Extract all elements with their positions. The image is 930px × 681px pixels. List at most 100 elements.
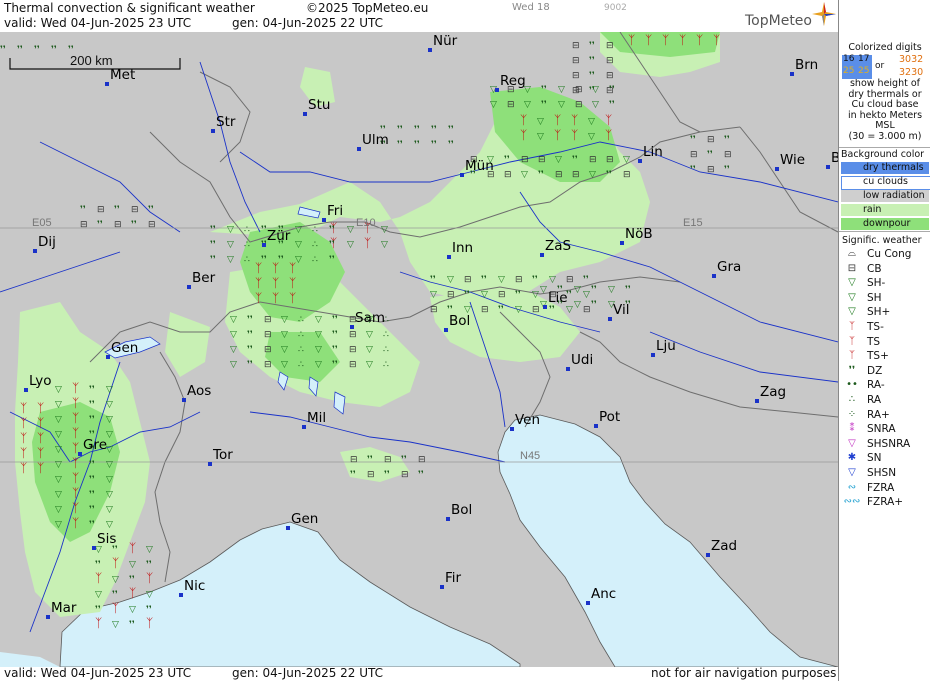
shower-symbol: ▽ bbox=[230, 315, 237, 325]
city-label: Mün bbox=[465, 158, 494, 174]
drizzle-symbol: ❜❜ bbox=[515, 290, 521, 300]
thunderstorm-symbol: ᛉ bbox=[554, 128, 561, 142]
rain-symbol: ∴ bbox=[298, 315, 304, 325]
shower-symbol: ▽ bbox=[315, 315, 322, 325]
drizzle-symbol: ❜❜ bbox=[448, 140, 454, 150]
city-label: Lju bbox=[656, 338, 676, 354]
shower-symbol: ▽ bbox=[55, 490, 62, 500]
city-marker bbox=[33, 249, 37, 253]
city-marker bbox=[444, 328, 448, 332]
drizzle-symbol: ❜❜ bbox=[210, 240, 216, 250]
wx-legend-row: ▽ SH+ bbox=[841, 306, 929, 320]
wx-legend-row: ᛉ TS+ bbox=[841, 350, 929, 364]
snow-icon: ✱ bbox=[847, 452, 857, 464]
shower-symbol: ▽ bbox=[558, 85, 565, 95]
city-label: Tor bbox=[213, 447, 233, 463]
wx-legend-label: RA- bbox=[867, 379, 885, 392]
cb-symbol: ⊟ bbox=[606, 155, 614, 165]
city-marker bbox=[566, 367, 570, 371]
wx-legend-row: ▽ SHSNRA bbox=[841, 438, 929, 452]
drizzle-symbol: ❜❜ bbox=[609, 85, 615, 95]
digits-legend: Colorized digits 16 17 25 25 or 3032 323… bbox=[839, 42, 930, 146]
bg-legend-row: dry thermals bbox=[841, 162, 929, 174]
cb-symbol: ⊟ bbox=[707, 135, 715, 145]
city-marker bbox=[440, 585, 444, 589]
shower-symbol: ▽ bbox=[106, 430, 113, 440]
brand-name: TopMeteo bbox=[745, 13, 812, 29]
map-footer: valid: Wed 04-Jun-2025 23 UTC gen: 04-Ju… bbox=[0, 666, 838, 681]
shower-symbol: ▽ bbox=[608, 285, 615, 295]
drizzle-symbol: ❜❜ bbox=[397, 125, 403, 135]
freezing-rain-heavy-icon: ∾∾ bbox=[843, 496, 861, 508]
city-marker bbox=[446, 517, 450, 521]
cu-cong-icon: ⌓ bbox=[848, 248, 856, 259]
wx-legend-label: SH bbox=[867, 291, 882, 304]
shower-symbol: ▽ bbox=[146, 545, 153, 555]
shower-symbol: ▽ bbox=[227, 255, 234, 265]
wx-legend-label: RA+ bbox=[867, 408, 890, 421]
drizzle-symbol: ❜❜ bbox=[89, 400, 95, 410]
shower-symbol: ▽ bbox=[230, 360, 237, 370]
city-marker bbox=[322, 218, 326, 222]
bg-swatch bbox=[841, 204, 929, 216]
drizzle-symbol: ❜❜ bbox=[504, 155, 510, 165]
cb-symbol: ⊟ bbox=[555, 170, 563, 180]
thunderstorm-symbol: ᛉ bbox=[20, 401, 27, 415]
shower-symbol: ▽ bbox=[55, 415, 62, 425]
city-marker bbox=[510, 427, 514, 431]
city-label: Anc bbox=[591, 586, 617, 602]
thunderstorm-symbol: ᛉ bbox=[72, 426, 79, 440]
drizzle-symbol: ❜❜ bbox=[549, 305, 555, 315]
day-label: Wed 18 bbox=[512, 2, 550, 13]
snow-shower-icon: ▽ bbox=[848, 467, 856, 478]
drizzle-symbol: ❜❜ bbox=[34, 45, 40, 55]
cb-symbol: ⊟ bbox=[80, 220, 88, 230]
shower-symbol: ▽ bbox=[574, 285, 581, 295]
thunderstorm-symbol: ᛉ bbox=[645, 33, 652, 47]
weather-title: Signific. weather bbox=[842, 235, 922, 246]
digits-desc-6: (30 = 3.000 m) bbox=[848, 130, 922, 142]
shower-symbol: ▽ bbox=[106, 490, 113, 500]
thunderstorm-symbol: ᛉ bbox=[95, 616, 102, 630]
shower-symbol: ▽ bbox=[55, 475, 62, 485]
drizzle-symbol: ❜❜ bbox=[401, 455, 407, 465]
shower-symbol: ▽ bbox=[55, 505, 62, 515]
drizzle-symbol: ❜❜ bbox=[329, 225, 335, 235]
gen-line: gen: 04-Jun-2025 22 UTC bbox=[232, 16, 384, 30]
shower-symbol: ▽ bbox=[447, 275, 454, 285]
cb-symbol: ⊟ bbox=[515, 275, 523, 285]
thunderstorm-symbol: ᛉ bbox=[72, 381, 79, 395]
digits-desc-5: MSL bbox=[875, 120, 895, 131]
drizzle-symbol: ❜❜ bbox=[329, 240, 335, 250]
thunderstorm-symbol: ᛉ bbox=[37, 401, 44, 415]
shower-symbol: ▽ bbox=[540, 285, 547, 295]
wx-legend-row: ᛉ TS- bbox=[841, 321, 929, 335]
city-marker bbox=[540, 253, 544, 257]
wx-legend-label: Cu Cong bbox=[867, 248, 912, 260]
wx-legend-row: ⊟ CB bbox=[841, 263, 929, 277]
cb-symbol: ⊟ bbox=[264, 345, 272, 355]
shower-symbol: ▽ bbox=[537, 117, 544, 127]
city-marker bbox=[826, 165, 830, 169]
thunderstorm-symbol: ᛉ bbox=[628, 33, 635, 47]
bg-legend-label: low radiation bbox=[863, 190, 925, 201]
drizzle-symbol: ❜❜ bbox=[278, 255, 284, 265]
background-title: Background color bbox=[841, 149, 925, 160]
city-marker bbox=[182, 398, 186, 402]
wx-legend-label: SH- bbox=[867, 277, 886, 290]
cb-symbol: ⊟ bbox=[447, 290, 455, 300]
cb-symbol: ⊟ bbox=[384, 455, 392, 465]
city-marker bbox=[651, 353, 655, 357]
wx-legend-row: ▽ SH- bbox=[841, 277, 929, 291]
drizzle-symbol: ❜❜ bbox=[148, 205, 154, 215]
cb-symbol: ⊟ bbox=[481, 305, 489, 315]
city-marker bbox=[46, 615, 50, 619]
shower-symbol: ▽ bbox=[106, 520, 113, 530]
drizzle-symbol: ❜❜ bbox=[606, 170, 612, 180]
bg-legend-label: downpour bbox=[863, 218, 911, 229]
shower-symbol: ▽ bbox=[430, 290, 437, 300]
city-label: Lin bbox=[643, 144, 663, 160]
thunderstorm-symbol: ᛉ bbox=[72, 396, 79, 410]
city-label: Ber bbox=[192, 270, 216, 286]
city-marker bbox=[586, 601, 590, 605]
